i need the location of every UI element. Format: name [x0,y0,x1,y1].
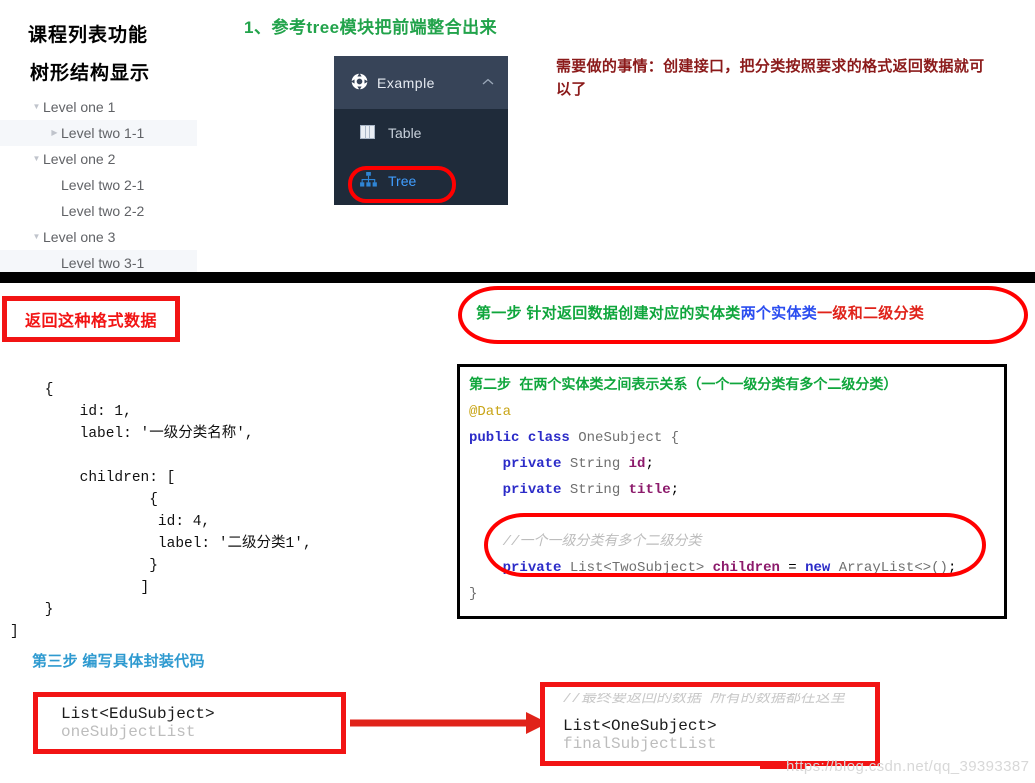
section-divider-bar [0,272,1035,283]
one-subject-list-var: oneSubjectList [61,723,196,741]
java-keyword-class: class [527,430,570,446]
java-field1-modifier: private [502,456,562,472]
highlight-ring-tree-item [348,166,456,203]
final-subject-list-comment: //最终要返回的数据 所有的数据都在这里 [563,693,846,707]
menu-item-table[interactable]: Table [334,109,508,157]
java-field1-name: id [628,456,646,472]
section-title-tree-display: 树形结构显示 [30,63,151,84]
tree-node-level-one-2[interactable]: ▼ Level one 2 [0,146,197,172]
menu-group-label: Example [377,74,435,91]
tree-node-label: Level two 2-2 [61,203,145,219]
watermark-url: https://blog.csdn.net/qq_39393387 [786,758,1030,775]
java-field2-modifier: private [502,482,562,498]
caret-down-icon[interactable]: ▼ [30,103,43,111]
tree-node-level-one-1[interactable]: ▼ Level one 1 [0,94,197,120]
java-brace-close: } [469,586,478,602]
tree-node-label: Level one 3 [43,229,116,245]
annotation-step1-green: 1、参考tree模块把前端整合出来 [244,18,498,37]
final-subject-list-var: finalSubjectList [563,735,717,753]
highlight-ellipse-children-field [484,513,986,577]
java-code-block: 第二步 在两个实体类之间表示关系（一个一级分类有多个二级分类） @Data pu… [457,364,1007,619]
callout-one-subject-list: List<EduSubject> oneSubjectList [33,692,346,754]
java-step2-title: 第二步 在两个实体类之间表示关系（一个一级分类有多个二级分类） [469,378,898,394]
callout-step1: 第一步 针对返回数据创建对应的实体类两个实体类一级和二级分类 [458,286,1028,346]
java-field1-type: String [569,456,621,472]
tree-node-level-two-2-2[interactable]: Level two 2-2 [0,198,197,224]
chevron-up-icon[interactable] [482,77,508,89]
page-title-course-list: 课程列表功能 [28,25,149,46]
compass-icon [351,72,377,93]
java-class-name: OneSubject [578,430,663,446]
flow-arrow-right [350,712,548,734]
element-ui-tree: ▼ Level one 1 ▶ Level two 1-1 ▼ Level on… [0,94,197,276]
step1-part-red: 一级和二级分类 [817,305,925,322]
callout-step1-text: 第一步 针对返回数据创建对应的实体类两个实体类一级和二级分类 [476,302,924,323]
caret-down-icon[interactable]: ▼ [30,155,43,163]
java-annotation-data: @Data [469,404,512,420]
one-subject-list-type: List<EduSubject> [61,705,215,723]
java-keyword-public: public [469,430,520,446]
tree-node-label: Level two 1-1 [61,125,145,141]
final-subject-list-type: List<OneSubject> [563,717,717,735]
java-field2-semicolon: ; [670,482,680,498]
tree-node-level-two-1-1[interactable]: ▶ Level two 1-1 [0,120,197,146]
tree-node-label: Level two 2-1 [61,177,145,193]
step1-part-green: 第一步 针对返回数据创建对应的实体类 [476,305,741,322]
step1-part-blue: 两个实体类 [740,305,818,322]
java-field2-name: title [628,482,671,498]
menu-group-example[interactable]: Example [334,56,508,109]
callout-return-format: 返回这种格式数据 [2,296,180,342]
java-field2-type: String [569,482,621,498]
annotation-task-description: 需要做的事情：创建接口，把分类按照要求的格式返回数据就可以了 [556,58,985,98]
json-format-sample: { id: 1, label: '一级分类名称', children: [ { … [10,381,312,640]
callout-final-subject-list: //最终要返回的数据 所有的数据都在这里 List<OneSubject> fi… [540,682,880,766]
table-grid-icon [360,124,388,142]
callout-step3: 第三步 编写具体封装代码 [32,653,205,670]
callout-return-format-label: 返回这种格式数据 [24,313,157,330]
caret-right-icon[interactable]: ▶ [48,129,61,137]
tree-node-label: Level one 2 [43,151,116,167]
tree-node-level-one-3[interactable]: ▼ Level one 3 [0,224,197,250]
tree-node-level-two-2-1[interactable]: Level two 2-1 [0,172,197,198]
tree-node-label: Level one 1 [43,99,116,115]
tree-node-label: Level two 3-1 [61,255,145,271]
menu-item-label: Table [388,125,422,141]
java-field1-semicolon: ; [645,456,654,472]
java-brace-open: { [670,430,680,446]
caret-down-icon[interactable]: ▼ [30,233,43,241]
